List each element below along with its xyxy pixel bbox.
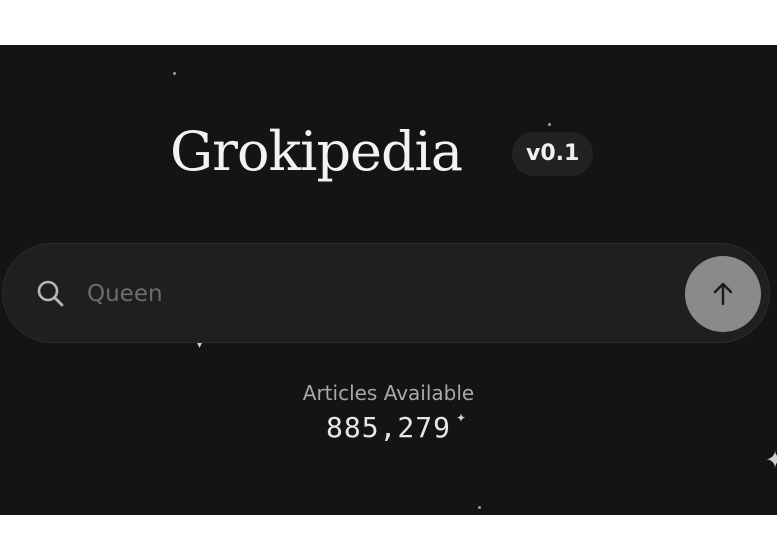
search-input[interactable] [87, 272, 647, 316]
brand-header: Grokipedia v0.1 [0, 112, 777, 192]
arrow-up-icon [713, 282, 733, 306]
version-badge: v0.1 [512, 132, 594, 176]
article-count: 885,279 [325, 411, 451, 444]
sparkle-icon: ✦ [456, 411, 467, 425]
page: ▾ ✦ Grokipedia v0.1 Articles Availa [0, 0, 777, 560]
star-dot [478, 506, 481, 509]
article-stats: Articles Available 885,279 [0, 380, 777, 446]
hero-panel: ▾ ✦ Grokipedia v0.1 Articles Availa [0, 45, 777, 515]
search-bar[interactable] [2, 243, 770, 343]
search-icon [35, 278, 67, 310]
sparkle-icon: ✦ [765, 446, 777, 474]
submit-search-button[interactable] [685, 256, 761, 332]
star-dot [173, 72, 176, 75]
stats-label: Articles Available [302, 381, 475, 405]
app-logo-title: Grokipedia [170, 120, 463, 183]
